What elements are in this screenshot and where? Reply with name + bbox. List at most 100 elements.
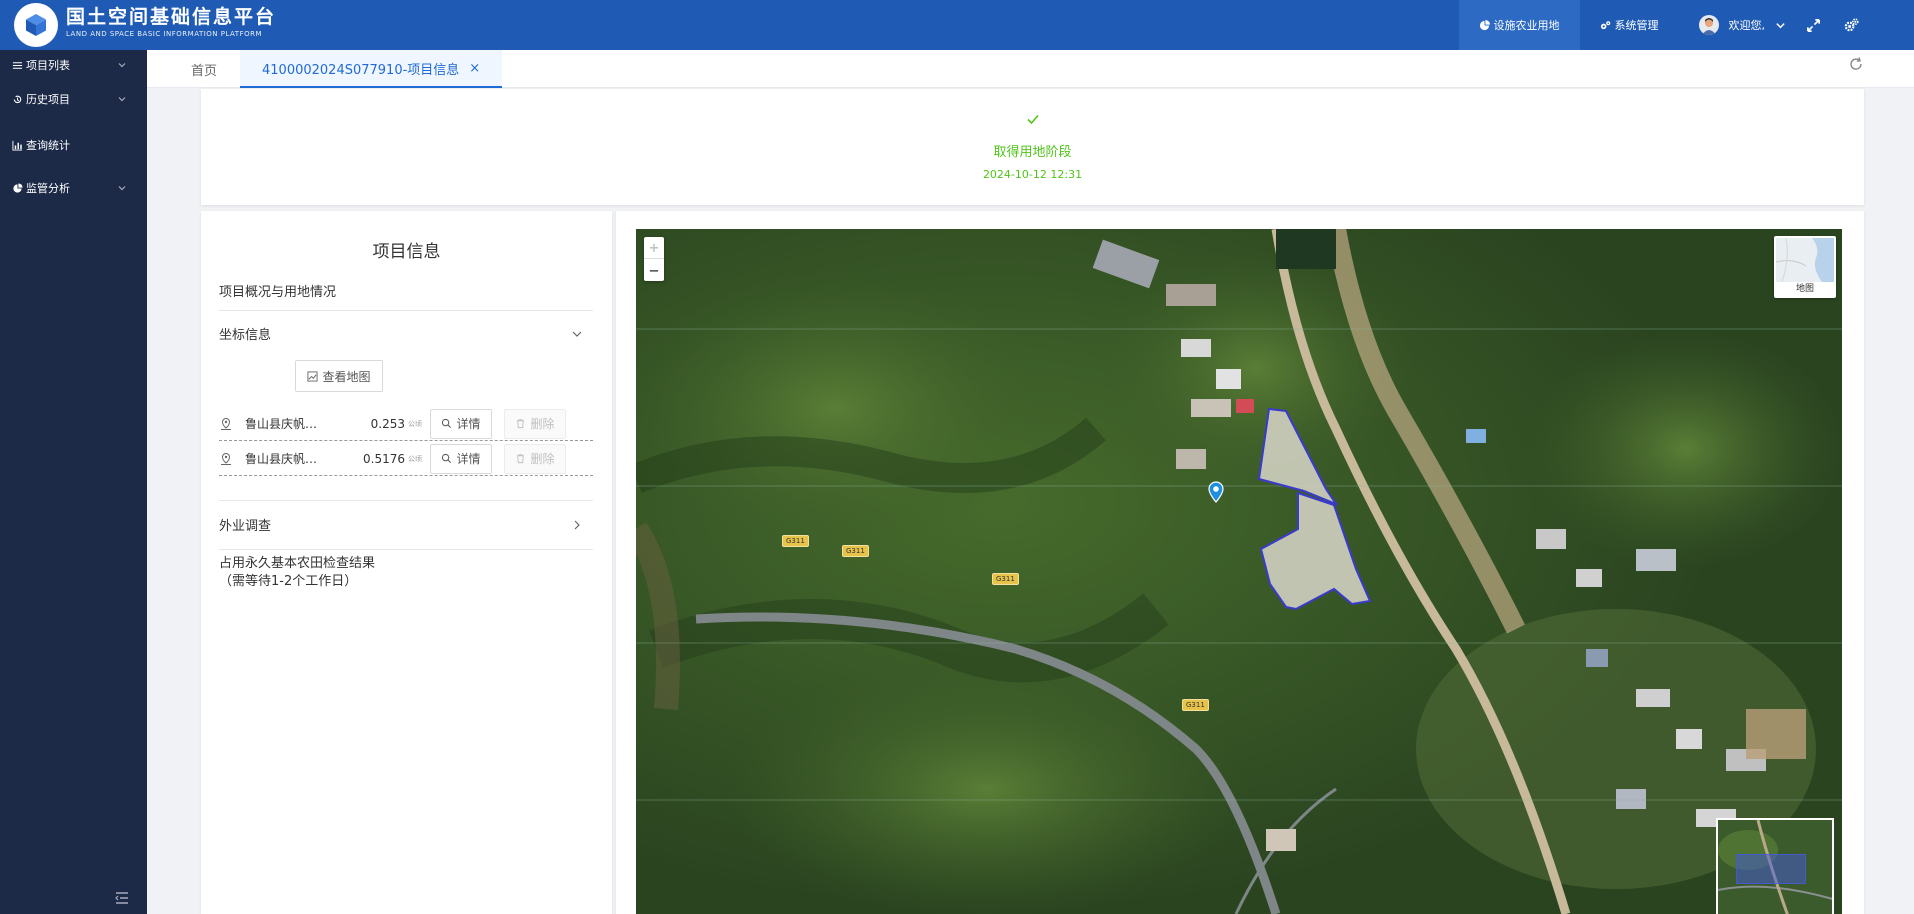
location-pin-icon <box>221 417 231 430</box>
coord-row: 鲁山县庆帆… 0.5176 公顷 详情 删除 <box>219 442 593 476</box>
expand-icon <box>1806 18 1820 32</box>
road-label-g311: G311 <box>782 535 809 547</box>
check-result-note: （需等待1-2个工作日） <box>219 574 358 589</box>
zoom-control: + − <box>644 237 664 281</box>
tab-bar: 首页 4100002024S077910-项目信息 × <box>147 50 1914 88</box>
overview-map[interactable] <box>1716 818 1834 914</box>
detail-label: 详情 <box>456 452 481 466</box>
bar-chart-icon <box>12 140 23 151</box>
chevron-down-icon <box>118 63 126 68</box>
basemap-switcher[interactable]: 地图 <box>1774 236 1836 298</box>
chevron-down-icon <box>1776 22 1785 28</box>
sidebar-item-history[interactable]: 历史项目 <box>0 85 147 113</box>
sidebar-item-label: 历史项目 <box>26 93 70 106</box>
map-image-icon <box>307 370 319 382</box>
sidebar-item-label: 监管分析 <box>26 182 70 195</box>
farmland-check-result: 占用永久基本农田检查结果 （需等待1-2个工作日） <box>219 555 593 591</box>
detail-button[interactable]: 详情 <box>430 443 492 474</box>
brand: 国土空间基础信息平台 LAND AND SPACE BASIC INFORMAT… <box>66 5 276 39</box>
nav-label: 设施农业用地 <box>1493 19 1560 32</box>
user-avatar-icon <box>1701 18 1716 35</box>
tab-project-info[interactable]: 4100002024S077910-项目信息 × <box>240 50 503 88</box>
road-label-g311: G311 <box>842 545 869 557</box>
top-header: 国土空间基础信息平台 LAND AND SPACE BASIC INFORMAT… <box>0 0 1914 50</box>
field-survey-section[interactable]: 外业调查 <box>219 515 593 535</box>
search-icon <box>442 453 452 463</box>
trash-icon <box>517 419 525 429</box>
vector-map-thumbnail-icon <box>1776 238 1834 282</box>
stage-time: 2024-10-12 12:31 <box>982 168 1083 181</box>
satellite-imagery <box>636 229 1842 914</box>
tab-home[interactable]: 首页 <box>191 50 217 88</box>
divider <box>219 310 593 311</box>
zoom-out-button[interactable]: − <box>644 259 664 281</box>
overview-viewport[interactable] <box>1736 854 1806 884</box>
view-map-label: 查看地图 <box>322 369 371 384</box>
platform-title: 国土空间基础信息平台 <box>66 6 277 28</box>
panel-title: 项目信息 <box>372 242 441 262</box>
stage-title: 取得用地阶段 <box>993 145 1072 160</box>
divider <box>219 549 593 550</box>
sidebar-item-label: 项目列表 <box>26 59 70 72</box>
detail-button[interactable]: 详情 <box>430 408 492 439</box>
delete-button[interactable]: 删除 <box>504 408 566 439</box>
location-pin-icon <box>221 452 231 465</box>
header-right: 设施农业用地 系统管理 欢迎您, <box>1458 0 1914 50</box>
view-map-button[interactable]: 查看地图 <box>295 360 383 392</box>
list-icon <box>12 61 23 69</box>
stage-status-panel: 取得用地阶段 2024-10-12 12:31 <box>201 89 1864 205</box>
delete-button[interactable]: 删除 <box>504 443 566 474</box>
history-icon <box>13 95 22 103</box>
collapse-sidebar-icon[interactable] <box>114 890 130 906</box>
zoom-in-button[interactable]: + <box>644 237 664 259</box>
coord-unit: 公顷 <box>408 419 422 428</box>
basemap-label: 地图 <box>1795 284 1814 294</box>
sidebar-item-query-stats[interactable]: 查询统计 <box>0 131 147 159</box>
nav-facility-agri-land[interactable]: 设施农业用地 <box>1458 0 1580 50</box>
check-result-title: 占用永久基本农田检查结果 <box>219 556 376 571</box>
delete-label: 删除 <box>530 417 555 431</box>
road-label-g311: G311 <box>1182 699 1209 711</box>
refresh-icon[interactable] <box>1848 56 1864 72</box>
delete-label: 删除 <box>530 452 555 466</box>
sidebar-item-project-list[interactable]: 项目列表 <box>0 51 147 79</box>
coord-row: 鲁山县庆帆… 0.253 公顷 详情 删除 <box>219 407 593 441</box>
chevron-down-icon <box>572 331 582 337</box>
coord-section-label: 坐标信息 <box>219 328 272 343</box>
platform-subtitle: LAND AND SPACE BASIC INFORMATION PLATFOR… <box>66 30 263 38</box>
settings-button[interactable] <box>1832 0 1870 50</box>
nav-label: 系统管理 <box>1614 19 1659 32</box>
road-label-g311: G311 <box>992 573 1019 585</box>
coord-section-header[interactable]: 坐标信息 <box>219 324 593 344</box>
pie-chart-icon <box>1479 19 1490 30</box>
check-icon <box>1027 114 1039 125</box>
user-greeting: 欢迎您, <box>1728 19 1766 32</box>
map-panel: G311 G311 G311 G311 + − 地图 <box>616 211 1864 914</box>
coord-area: 0.253 <box>370 416 405 431</box>
satellite-map[interactable]: G311 G311 G311 G311 + − 地图 <box>636 229 1842 914</box>
project-info-panel: 项目信息 项目概况与用地情况 坐标信息 查看地图 鲁山县庆帆… 0.253 公顷… <box>201 211 612 914</box>
fullscreen-button[interactable] <box>1794 0 1832 50</box>
sidebar-item-label: 查询统计 <box>26 139 70 152</box>
gears-icon <box>1600 20 1610 29</box>
search-icon <box>442 418 452 428</box>
user-menu[interactable]: 欢迎您, <box>1679 0 1795 50</box>
nav-system-management[interactable]: 系统管理 <box>1580 0 1679 50</box>
close-icon[interactable]: × <box>469 61 480 76</box>
basemap-thumbnail <box>1776 238 1834 282</box>
avatar <box>1698 15 1719 35</box>
pie-chart-icon <box>13 182 23 193</box>
coord-name: 鲁山县庆帆… <box>245 417 318 431</box>
sidebar-item-supervision[interactable]: 监管分析 <box>0 174 147 202</box>
coord-area: 0.5176 <box>363 451 405 466</box>
detail-label: 详情 <box>456 417 481 431</box>
cogs-icon <box>1844 17 1859 31</box>
location-marker-icon[interactable] <box>1208 481 1224 503</box>
coord-unit: 公顷 <box>408 454 422 463</box>
cube-logo-icon <box>26 14 46 36</box>
trash-icon <box>517 454 525 464</box>
overview-section[interactable]: 项目概况与用地情况 <box>219 281 593 300</box>
coord-name: 鲁山县庆帆… <box>245 452 318 466</box>
sidebar: 项目列表 历史项目 查询统计 监管分析 <box>0 50 147 914</box>
chevron-right-icon <box>574 520 580 530</box>
